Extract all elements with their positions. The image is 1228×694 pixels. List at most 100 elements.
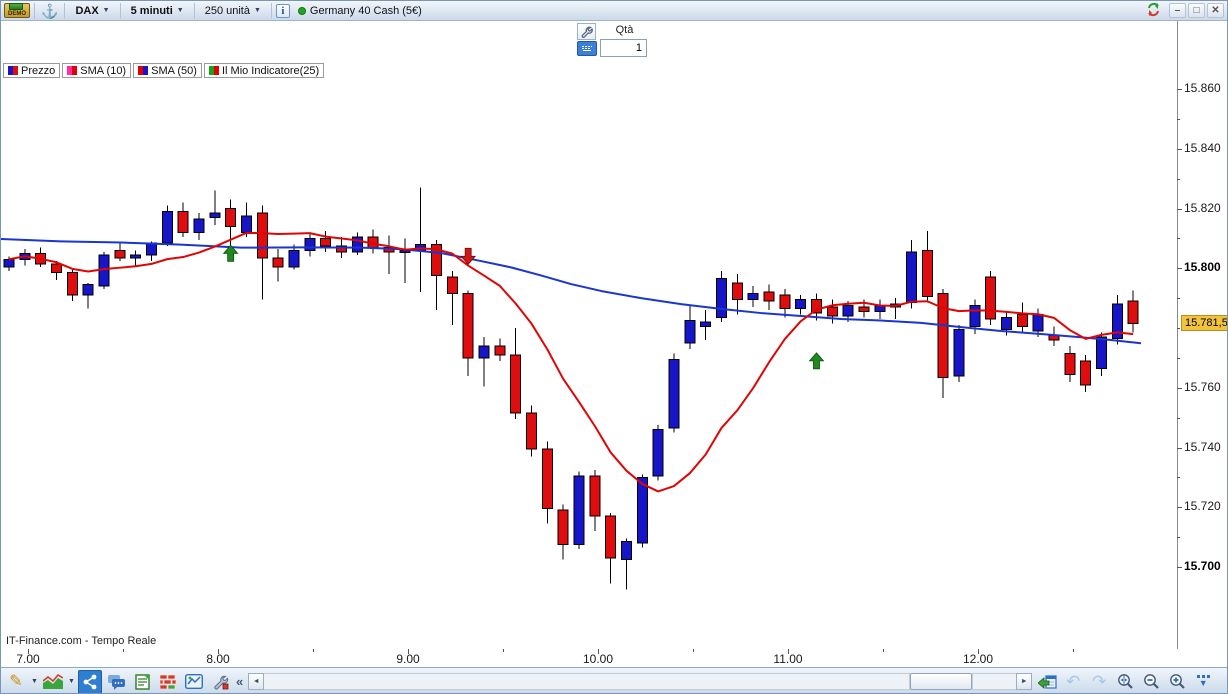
candle-body: [225, 208, 237, 227]
collapse-icon[interactable]: «: [236, 674, 243, 689]
candle-body: [304, 237, 316, 251]
chart-settings-button[interactable]: [208, 670, 232, 694]
zoom-out-button[interactable]: [1139, 670, 1163, 694]
candle-body: [557, 509, 569, 546]
maximize-button[interactable]: □: [1188, 3, 1205, 18]
time-tick-label: 7.00: [16, 652, 40, 666]
scroll-right-button[interactable]: ►: [1016, 673, 1033, 690]
time-minor-tick: [693, 649, 694, 652]
candle-body: [177, 210, 189, 233]
candle-body: [1016, 314, 1028, 328]
candle-body: [668, 358, 680, 429]
legend-label: Il Mio Indicatore(25): [221, 64, 320, 77]
price-axis[interactable]: 15.860 15.840 15.820 15.800 15.760 15.740 15.7…: [1177, 21, 1227, 649]
chart-settings-icon: [213, 675, 228, 689]
close-button[interactable]: ✕: [1207, 3, 1224, 18]
candle-body: [478, 345, 490, 359]
bricks-button[interactable]: [156, 670, 180, 694]
legend-swatch-icon: [8, 66, 18, 75]
candle-body: [50, 263, 62, 274]
legend-label: SMA (10): [80, 64, 127, 77]
chart-legend: Prezzo SMA (10) SMA (50) Il Mio Indicatore(…: [3, 63, 325, 78]
price-tick: [1177, 149, 1182, 150]
zoom-fit-button[interactable]: [1113, 670, 1137, 694]
anchor-icon[interactable]: ⚓: [41, 4, 58, 18]
candle-body: [256, 212, 268, 259]
time-tick-label: 9.00: [396, 652, 420, 666]
price-tick-label: 15.740: [1184, 440, 1221, 454]
quantity-input[interactable]: [600, 39, 647, 57]
time-axis[interactable]: 7.00 8.00 9.00 10.00 11.00 12.00: [1, 649, 1227, 667]
collapse-panel-button[interactable]: ▼: [1191, 670, 1215, 694]
legend-item-0[interactable]: Prezzo: [3, 63, 61, 78]
legend-item-1[interactable]: SMA (10): [62, 63, 132, 78]
bottom-toolbar: ✎ ▼ ▼ « ◄ ► ↶ ↷ ▼: [1, 667, 1227, 694]
candle-body: [779, 294, 791, 310]
redo-icon: ↷: [1092, 672, 1107, 691]
chart-style-dropdown[interactable]: ▼: [66, 670, 77, 694]
legend-swatch-icon: [208, 66, 219, 75]
draw-tool-dropdown[interactable]: ▼: [29, 670, 40, 694]
share-button[interactable]: [78, 669, 102, 693]
share-icon: [83, 674, 97, 689]
instrument-label: DAX: [75, 4, 99, 17]
chevron-down-icon: ▼: [102, 7, 110, 14]
timeframe-dropdown[interactable]: 5 minuti ▼: [125, 2, 190, 20]
candle-body: [161, 210, 173, 244]
candle-body: [731, 282, 743, 301]
legend-swatch-icon: [138, 66, 149, 75]
zoom-in-button[interactable]: [1165, 670, 1189, 694]
refresh-icon[interactable]: [1146, 2, 1161, 20]
chat-button[interactable]: [104, 670, 128, 694]
keyboard-icon[interactable]: [577, 41, 597, 56]
separator: [34, 2, 35, 19]
candle-body: [905, 251, 917, 304]
legend-item-3[interactable]: Il Mio Indicatore(25): [203, 63, 325, 78]
goto-date-button[interactable]: [1035, 670, 1059, 694]
undo-button[interactable]: ↶: [1061, 670, 1085, 694]
price-minor-tick: [1177, 179, 1180, 180]
collapse-panel-icon: ▼: [1196, 675, 1210, 688]
redo-button[interactable]: ↷: [1087, 670, 1111, 694]
scrollbar-track[interactable]: [264, 673, 911, 690]
candle-body: [446, 276, 458, 295]
units-dropdown[interactable]: 250 unità ▼: [199, 2, 267, 20]
draw-tool-button[interactable]: ✎: [4, 670, 28, 694]
candle-body: [320, 237, 332, 247]
market-label: Germany 40 Cash (5€): [309, 4, 422, 17]
time-minor-tick: [883, 649, 884, 652]
scroll-left-button[interactable]: ◄: [248, 673, 265, 690]
time-tick-label: 12.00: [962, 652, 994, 666]
price-tick-label: 15.700: [1184, 559, 1221, 573]
candle-body: [66, 272, 78, 296]
price-tick: [1177, 388, 1182, 389]
candlestick-plot: [1, 187, 1142, 590]
chart-style-button[interactable]: [41, 670, 65, 694]
candle-body: [1032, 314, 1044, 332]
price-tick: [1177, 268, 1182, 269]
candle-body: [985, 276, 997, 320]
time-minor-tick: [313, 649, 314, 652]
scrollbar-thumb[interactable]: [910, 673, 973, 690]
news-button[interactable]: [130, 670, 154, 694]
minimize-button[interactable]: –: [1169, 3, 1186, 18]
scrollbar-track[interactable]: [972, 673, 1017, 690]
undo-icon: ↶: [1066, 672, 1081, 691]
order-settings-button[interactable]: [577, 23, 596, 40]
zoom-fit-icon: [1118, 674, 1134, 689]
info-button[interactable]: i: [275, 3, 290, 18]
time-tick-label: 11.00: [773, 652, 803, 666]
instrument-dropdown[interactable]: DAX ▼: [69, 2, 115, 20]
price-minor-tick: [1177, 477, 1180, 478]
screenshot-button[interactable]: [182, 670, 206, 694]
news-icon: [134, 673, 150, 690]
candle-body: [715, 278, 727, 319]
separator: [270, 2, 272, 19]
candle-body: [209, 212, 221, 218]
candle-body: [684, 320, 696, 344]
legend-item-2[interactable]: SMA (50): [133, 63, 202, 78]
chevron-down-icon: ▼: [253, 7, 261, 14]
legend-swatch-icon: [67, 66, 78, 75]
price-tick-label: 15.860: [1184, 81, 1221, 95]
price-minor-tick: [1177, 358, 1180, 359]
